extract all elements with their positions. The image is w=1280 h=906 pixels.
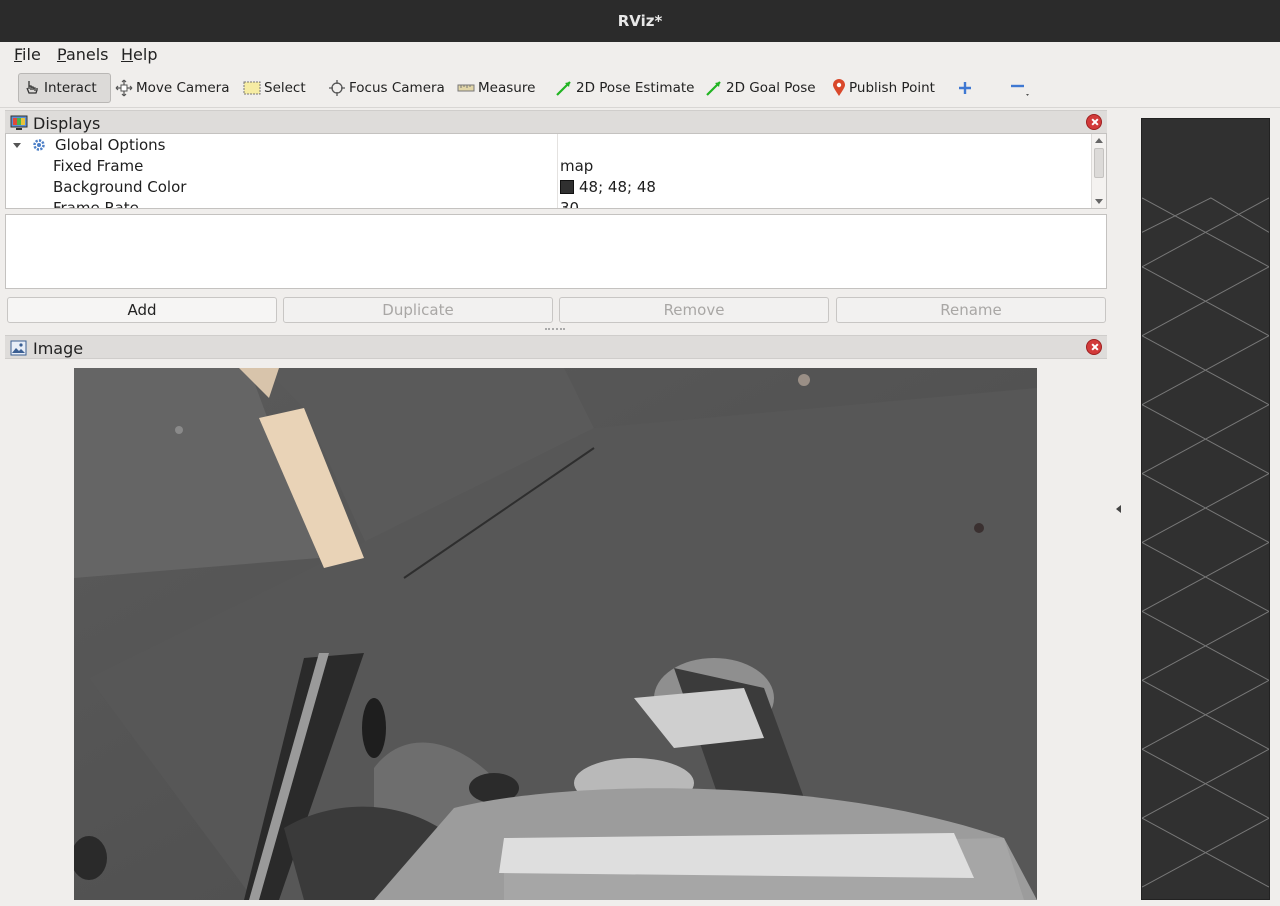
- camera-image: [74, 368, 1037, 900]
- interact-tool-button[interactable]: Interact: [18, 73, 111, 103]
- measure-label: Measure: [478, 80, 536, 96]
- collapse-side-panel-icon[interactable]: [1116, 505, 1121, 513]
- publish-point-tool-button[interactable]: Publish Point: [832, 73, 935, 103]
- 2d-pose-estimate-label: 2D Pose Estimate: [576, 80, 695, 96]
- tree-row-frame-rate[interactable]: Frame Rate 30: [6, 198, 1092, 209]
- image-panel-header: Image: [5, 335, 1107, 359]
- frame-rate-value[interactable]: 30: [560, 199, 580, 209]
- minus-dropdown-icon: [1011, 84, 1029, 96]
- displays-property-tree: Global Options Fixed Frame map Backgroun…: [5, 133, 1107, 209]
- displays-close-button[interactable]: [1086, 114, 1102, 130]
- green-arrow-icon: [556, 81, 571, 96]
- remove-tool-button[interactable]: [1009, 73, 1031, 103]
- background-color-value[interactable]: 48; 48; 48: [560, 178, 656, 196]
- scroll-thumb[interactable]: [1094, 148, 1104, 178]
- displays-panel-header: Displays: [5, 110, 1107, 134]
- plus-icon: [959, 82, 971, 94]
- global-options-label: Global Options: [55, 136, 166, 154]
- property-description-area: [5, 214, 1107, 289]
- rename-button[interactable]: Rename: [836, 297, 1106, 323]
- move-camera-label: Move Camera: [136, 80, 230, 96]
- interact-label: Interact: [44, 80, 97, 96]
- duplicate-button[interactable]: Duplicate: [283, 297, 553, 323]
- scroll-down-icon[interactable]: [1095, 199, 1103, 204]
- tool-bar: Interact Move Camera Select Focus Camera…: [0, 68, 1280, 108]
- tree-row-fixed-frame[interactable]: Fixed Frame map: [6, 156, 1092, 177]
- gear-icon: [33, 139, 45, 151]
- 3d-render-view[interactable]: [1141, 118, 1270, 900]
- focus-camera-icon: [329, 80, 345, 96]
- publish-point-label: Publish Point: [849, 80, 935, 96]
- tree-row-global-options[interactable]: Global Options: [6, 135, 1092, 156]
- select-rectangle-icon: [243, 81, 261, 95]
- ruler-icon: [457, 84, 475, 92]
- displays-panel-title: Displays: [33, 114, 101, 133]
- 2d-goal-pose-tool-button[interactable]: 2D Goal Pose: [705, 73, 816, 103]
- fixed-frame-value[interactable]: map: [560, 157, 593, 175]
- window-titlebar: RViz*: [0, 0, 1280, 42]
- move-camera-tool-button[interactable]: Move Camera: [115, 73, 229, 103]
- fixed-frame-value-text: map: [560, 157, 594, 175]
- color-swatch[interactable]: [560, 180, 574, 194]
- select-label: Select: [264, 80, 306, 96]
- image-close-button[interactable]: [1086, 339, 1102, 355]
- map-pin-icon: [833, 79, 845, 96]
- hand-pointer-icon: [26, 81, 38, 94]
- frame-rate-label: Frame Rate: [53, 199, 139, 209]
- monitor-icon: [10, 115, 28, 130]
- green-arrow-icon: [706, 81, 721, 96]
- panel-splitter[interactable]: [545, 328, 565, 330]
- frame-rate-value-text: 30: [560, 199, 580, 209]
- add-tool-button[interactable]: [957, 73, 973, 103]
- tree-scrollbar[interactable]: [1091, 134, 1106, 208]
- focus-camera-tool-button[interactable]: Focus Camera: [328, 73, 445, 103]
- image-icon: [10, 340, 27, 356]
- scroll-up-icon[interactable]: [1095, 138, 1103, 143]
- 2d-pose-estimate-tool-button[interactable]: 2D Pose Estimate: [555, 73, 694, 103]
- menu-help[interactable]: Help: [121, 45, 157, 64]
- background-color-label: Background Color: [53, 178, 187, 196]
- menu-bar: File Panels Help: [0, 42, 1280, 68]
- focus-camera-label: Focus Camera: [349, 80, 445, 96]
- move-camera-icon: [115, 79, 133, 97]
- background-color-value-text: 48; 48; 48: [579, 178, 656, 196]
- menu-file[interactable]: File: [14, 45, 41, 64]
- image-panel-title: Image: [33, 339, 84, 358]
- select-tool-button[interactable]: Select: [243, 73, 306, 103]
- measure-tool-button[interactable]: Measure: [457, 73, 535, 103]
- add-button[interactable]: Add: [7, 297, 277, 323]
- tree-row-background-color[interactable]: Background Color 48; 48; 48: [6, 177, 1092, 198]
- remove-button[interactable]: Remove: [559, 297, 829, 323]
- window-right-edge: [1270, 108, 1280, 906]
- fixed-frame-label: Fixed Frame: [53, 157, 144, 175]
- window-title: RViz*: [617, 12, 663, 30]
- 2d-goal-pose-label: 2D Goal Pose: [726, 80, 816, 96]
- menu-panels[interactable]: Panels: [57, 45, 109, 64]
- expand-arrow-icon[interactable]: [13, 143, 21, 148]
